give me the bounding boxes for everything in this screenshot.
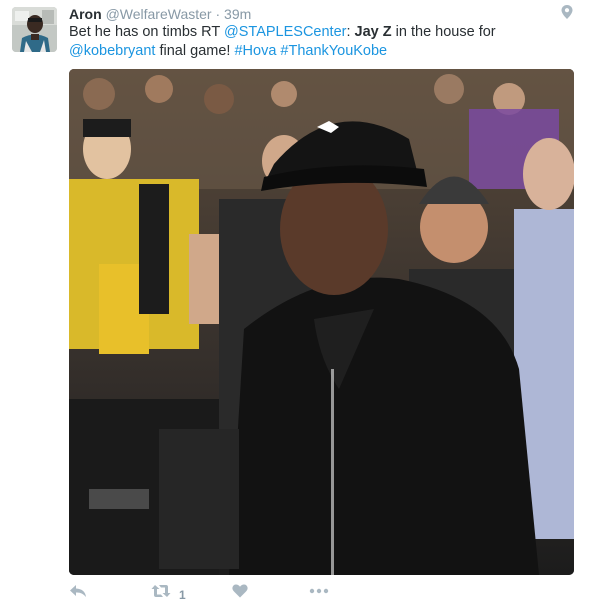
bold-text: Jay Z: [354, 24, 392, 40]
reply-icon: [70, 585, 86, 597]
retweet-button[interactable]: 1: [151, 584, 186, 601]
mention-link[interactable]: @kobebryant: [69, 43, 155, 59]
username[interactable]: @WelfareWaster: [106, 6, 212, 22]
reply-button[interactable]: [69, 584, 87, 601]
avatar[interactable]: [12, 7, 57, 52]
photo-image: [69, 69, 574, 575]
heart-icon: [232, 584, 248, 598]
display-name[interactable]: Aron: [69, 6, 102, 22]
like-button[interactable]: [232, 584, 248, 601]
retweet-count: 1: [179, 588, 186, 601]
timestamp[interactable]: 39m: [224, 6, 251, 22]
text-segment: Bet he has on timbs RT: [69, 24, 225, 40]
tweet: Aron @WelfareWaster · 39m Bet he has on …: [0, 0, 591, 601]
hashtag-link[interactable]: #Hova: [234, 43, 276, 59]
more-button[interactable]: [309, 584, 329, 601]
location-pin-icon[interactable]: [560, 4, 574, 20]
tweet-actions: 1: [69, 584, 549, 601]
separator: ·: [215, 6, 221, 22]
tweet-text: Bet he has on timbs RT @STAPLESCenter: J…: [69, 23, 569, 61]
text-segment: :: [346, 24, 355, 40]
text-segment: final game!: [155, 43, 235, 59]
hashtag-link[interactable]: #ThankYouKobe: [280, 43, 387, 59]
text-segment: in the house for: [391, 24, 496, 40]
avatar-image: [12, 7, 57, 52]
retweet-icon: [151, 585, 171, 597]
media-photo[interactable]: [69, 69, 574, 575]
tweet-header: Aron @WelfareWaster · 39m: [69, 5, 251, 23]
more-dots-icon: [309, 588, 329, 594]
mention-link[interactable]: @STAPLESCenter: [224, 24, 346, 40]
